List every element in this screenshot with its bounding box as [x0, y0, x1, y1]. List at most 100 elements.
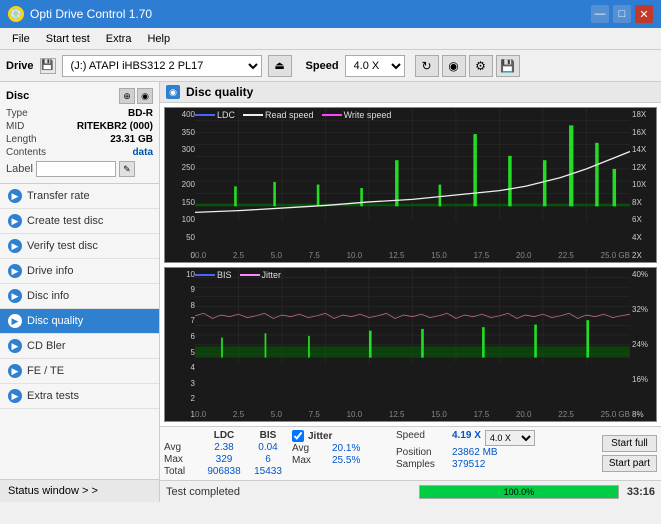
- disc-info-panel: Disc ⊕ ◉ Type BD-R MID RITEKBR2 (000) Le…: [0, 82, 159, 184]
- bottom-chart-y-right: 40% 32% 24% 16% 8%: [630, 268, 656, 422]
- mid-label: MID: [6, 121, 24, 132]
- max-bis-value: 6: [248, 454, 288, 465]
- bottom-bar: Test completed 100.0% 33:16: [160, 480, 661, 502]
- samples-label: Samples: [396, 459, 448, 470]
- total-ldc-value: 906838: [204, 466, 244, 477]
- ldc-legend: LDC: [217, 110, 235, 120]
- bottom-chart-svg: [195, 268, 630, 364]
- fe-te-icon: ▶: [8, 364, 22, 378]
- top-chart-x-labels: 0.0 2.5 5.0 7.5 10.0 12.5 15.0 17.5 20.0…: [195, 251, 630, 260]
- drive-icon: 💾: [40, 58, 56, 74]
- length-value: 23.31 GB: [110, 134, 153, 145]
- drive-label: Drive: [6, 60, 34, 72]
- disc-icon1[interactable]: ⊕: [119, 88, 135, 104]
- max-ldc-value: 329: [204, 454, 244, 465]
- extra-tests-label: Extra tests: [27, 390, 79, 402]
- drive-info-label: Drive info: [27, 265, 73, 277]
- length-label: Length: [6, 134, 37, 145]
- cd-bler-label: CD Bler: [27, 340, 66, 352]
- sidebar-item-cd-bler[interactable]: ▶ CD Bler: [0, 334, 159, 359]
- top-chart-y-left: 400 350 300 250 200 150 100 50 0: [165, 108, 195, 262]
- app-icon: 💿: [8, 6, 24, 22]
- transfer-rate-label: Transfer rate: [27, 190, 90, 202]
- content-area: ◉ Disc quality LDC Read speed: [160, 82, 661, 502]
- status-window-button[interactable]: Status window > >: [0, 479, 159, 502]
- menu-bar: File Start test Extra Help: [0, 28, 661, 50]
- max-row-label: Max: [164, 454, 200, 465]
- label-edit-button[interactable]: ✎: [119, 161, 135, 177]
- menu-file[interactable]: File: [4, 31, 38, 47]
- progress-bar-container: 100.0%: [419, 485, 619, 499]
- avg-bis-value: 0.04: [248, 442, 288, 453]
- speed-stat-selector[interactable]: 4.0 X: [485, 430, 535, 446]
- stats-bar: LDC BIS Avg 2.38 0.04 Max 329 6 Total 90…: [160, 426, 661, 480]
- menu-extra[interactable]: Extra: [98, 31, 140, 47]
- minimize-button[interactable]: —: [591, 5, 609, 23]
- menu-help[interactable]: Help: [139, 31, 178, 47]
- menu-start-test[interactable]: Start test: [38, 31, 98, 47]
- sidebar-item-fe-te[interactable]: ▶ FE / TE: [0, 359, 159, 384]
- position-value: 23862 MB: [452, 447, 498, 458]
- drive-selector[interactable]: (J:) ATAPI iHBS312 2 PL17: [62, 55, 262, 77]
- refresh-icon[interactable]: ↻: [415, 55, 439, 77]
- contents-label: Contents: [6, 147, 46, 158]
- maximize-button[interactable]: □: [613, 5, 631, 23]
- jitter-max-label: Max: [292, 455, 328, 466]
- settings-icon[interactable]: ⚙: [469, 55, 493, 77]
- write-speed-legend: Write speed: [344, 110, 392, 120]
- chart-header: ◉ Disc quality: [160, 82, 661, 103]
- bottom-chart: BIS Jitter 10 9 8 7 6 5 4: [164, 267, 657, 423]
- app-title: Opti Drive Control 1.70: [30, 7, 152, 21]
- position-label: Position: [396, 447, 448, 458]
- disc-icon2[interactable]: ◉: [137, 88, 153, 104]
- type-label: Type: [6, 108, 28, 119]
- status-window-label: Status window > >: [8, 485, 98, 497]
- jitter-avg-label: Avg: [292, 443, 328, 454]
- transfer-rate-icon: ▶: [8, 189, 22, 203]
- verify-test-icon: ▶: [8, 239, 22, 253]
- samples-value: 379512: [452, 459, 485, 470]
- label-label: Label: [6, 163, 33, 175]
- disc-info-icon: ▶: [8, 289, 22, 303]
- disc-quality-icon: ▶: [8, 314, 22, 328]
- sidebar-item-transfer-rate[interactable]: ▶ Transfer rate: [0, 184, 159, 209]
- sidebar-item-verify-test-disc[interactable]: ▶ Verify test disc: [0, 234, 159, 259]
- sidebar-item-extra-tests[interactable]: ▶ Extra tests: [0, 384, 159, 409]
- speed-stat-value: 4.19 X: [452, 430, 481, 446]
- contents-value: data: [132, 147, 153, 158]
- media-icon[interactable]: ◉: [442, 55, 466, 77]
- verify-test-label: Verify test disc: [27, 240, 98, 252]
- max-jitter-value: 25.5%: [332, 455, 360, 466]
- top-chart-svg: [195, 108, 630, 221]
- title-bar: 💿 Opti Drive Control 1.70 — □ ✕: [0, 0, 661, 28]
- eject-button[interactable]: ⏏: [268, 55, 292, 77]
- speed-selector[interactable]: 4.0 X: [345, 55, 405, 77]
- jitter-col-header: Jitter: [308, 431, 332, 442]
- read-speed-legend: Read speed: [265, 110, 314, 120]
- sidebar-item-disc-info[interactable]: ▶ Disc info: [0, 284, 159, 309]
- jitter-checkbox[interactable]: [292, 430, 304, 442]
- top-chart: LDC Read speed Write speed 400 350: [164, 107, 657, 263]
- close-button[interactable]: ✕: [635, 5, 653, 23]
- sidebar-item-disc-quality[interactable]: ▶ Disc quality: [0, 309, 159, 334]
- cd-bler-icon: ▶: [8, 339, 22, 353]
- sidebar-item-create-test-disc[interactable]: ▶ Create test disc: [0, 209, 159, 234]
- bis-legend: BIS: [217, 270, 232, 280]
- chart-title: Disc quality: [186, 85, 253, 99]
- total-row-label: Total: [164, 466, 200, 477]
- time-display: 33:16: [627, 486, 655, 498]
- create-test-label: Create test disc: [27, 215, 103, 227]
- drive-info-icon: ▶: [8, 264, 22, 278]
- sidebar-item-drive-info[interactable]: ▶ Drive info: [0, 259, 159, 284]
- top-chart-y-right: 18X 16X 14X 12X 10X 8X 6X 4X 2X: [630, 108, 656, 262]
- drive-bar: Drive 💾 (J:) ATAPI iHBS312 2 PL17 ⏏ Spee…: [0, 50, 661, 82]
- disc-info-label: Disc info: [27, 290, 69, 302]
- start-full-button[interactable]: Start full: [602, 435, 657, 452]
- label-input[interactable]: [36, 161, 116, 177]
- extra-tests-icon: ▶: [8, 389, 22, 403]
- start-part-button[interactable]: Start part: [602, 455, 657, 472]
- avg-jitter-value: 20.1%: [332, 443, 360, 454]
- disc-quality-label: Disc quality: [27, 315, 83, 327]
- jitter-legend: Jitter: [262, 270, 282, 280]
- save-icon[interactable]: 💾: [496, 55, 520, 77]
